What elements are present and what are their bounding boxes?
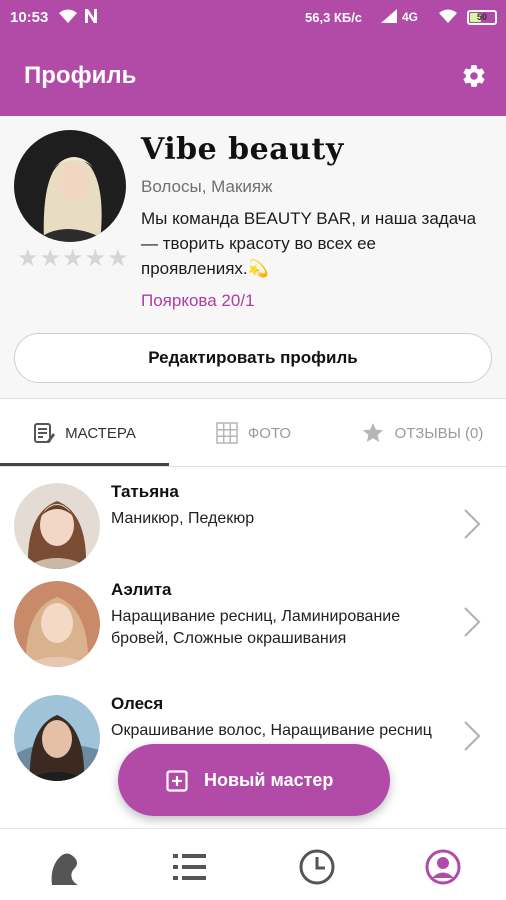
signal-icon	[381, 9, 397, 23]
master-services: Маникюр, Педекюр	[111, 510, 255, 527]
master-list-item[interactable]: Аэлита Наращивание ресниц, Ламинирование…	[0, 576, 506, 686]
master-name: Татьяна	[111, 482, 179, 501]
salon-photo	[14, 130, 126, 242]
tab-reviews[interactable]: ОТЗЫВЫ (0)	[338, 400, 506, 466]
master-services: Наращивание ресниц, Ламинирование бровей…	[111, 608, 401, 647]
list-icon[interactable]	[170, 847, 210, 887]
rating-star-icon: ★	[17, 245, 39, 272]
master-name: Олеся	[111, 694, 164, 713]
tab-photo[interactable]: ФОТО	[169, 400, 338, 466]
status-time: 10:53	[10, 9, 49, 26]
page-title: Профиль	[24, 62, 137, 89]
chevron-right-icon	[464, 607, 481, 637]
wifi-icon	[59, 9, 77, 23]
chevron-right-icon	[464, 509, 481, 539]
master-avatar	[14, 695, 100, 781]
chevron-right-icon	[464, 721, 481, 751]
battery-icon: 50	[467, 10, 497, 25]
network-speed: 56,3 КБ/с	[305, 10, 363, 25]
rating-stars: ★ ★ ★ ★ ★	[17, 247, 129, 271]
edit-profile-button[interactable]: Редактировать профиль	[14, 333, 492, 383]
salon-avatar[interactable]	[14, 130, 126, 242]
profile-icon[interactable]	[423, 847, 463, 887]
salon-address-link[interactable]: Пояркова 20/1	[141, 291, 255, 311]
battery-text: 50	[476, 12, 487, 22]
notification-n-icon	[85, 9, 97, 23]
tab-label: ОТЗЫВЫ (0)	[394, 424, 484, 442]
master-list-item[interactable]: Татьяна Маникюр, Педекюр	[0, 478, 506, 588]
clock-icon[interactable]	[297, 847, 337, 887]
rating-star-icon: ★	[84, 245, 107, 272]
master-avatar	[14, 483, 100, 569]
master-services: Окрашивание волос, Наращивание ресниц	[111, 722, 432, 739]
master-photo	[14, 695, 100, 781]
add-box-icon	[166, 770, 188, 792]
salon-name: Vibe beauty	[141, 132, 344, 167]
network-type: 4G	[402, 10, 419, 24]
tab-label: МАСТЕРА	[65, 424, 136, 442]
salon-silhouette-icon[interactable]	[44, 847, 84, 887]
divider	[0, 466, 506, 467]
star-icon	[362, 423, 383, 442]
status-bar: 10:53 56,3 КБ/с 4G 50	[0, 0, 506, 34]
app-bar: Профиль	[0, 34, 506, 116]
gear-icon[interactable]	[461, 63, 487, 89]
rating-star-icon: ★	[39, 245, 62, 272]
salon-description: Мы команда BEAUTY BAR, и наша задача — т…	[141, 209, 477, 278]
new-master-label: Новый мастер	[204, 770, 334, 790]
rating-star-icon: ★	[107, 245, 129, 272]
tab-masters[interactable]: МАСТЕРА	[0, 400, 169, 466]
salon-categories: Волосы, Макияж	[141, 177, 273, 196]
profile-card: ★ ★ ★ ★ ★ Vibe beauty Волосы, Макияж Мы кома…	[0, 116, 506, 399]
tab-bar: МАСТЕРА ФОТО ОТЗЫВЫ (0)	[0, 400, 506, 466]
master-avatar	[14, 581, 100, 667]
rating-star-icon: ★	[62, 245, 84, 272]
tab-label: ФОТО	[247, 424, 292, 442]
master-photo	[14, 483, 100, 569]
bottom-navigation	[0, 828, 506, 900]
new-master-button[interactable]: Новый мастер	[118, 744, 390, 816]
masters-list-icon	[34, 423, 56, 443]
photo-grid-icon	[216, 422, 238, 444]
master-photo	[14, 581, 100, 667]
wifi-icon	[439, 9, 457, 23]
master-name: Аэлита	[111, 580, 172, 599]
